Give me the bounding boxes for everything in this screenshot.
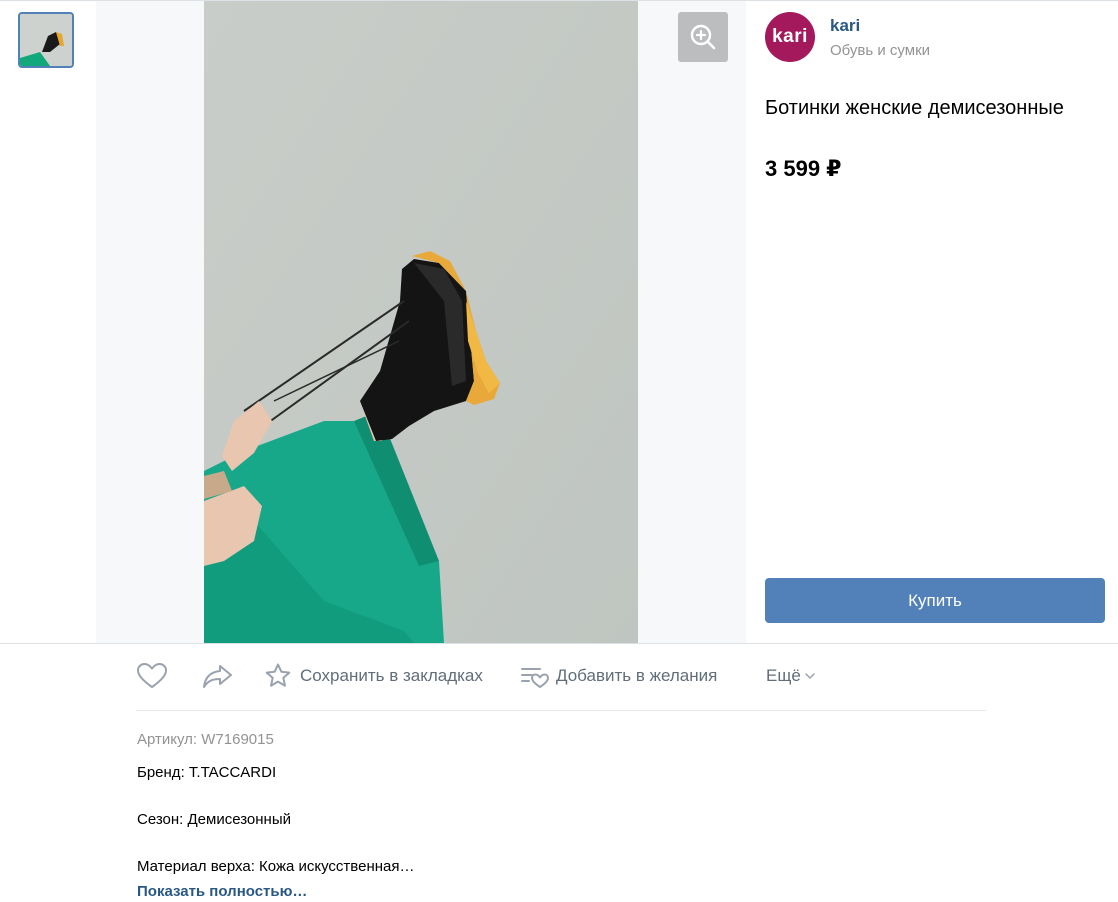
- wishlist-button[interactable]: Добавить в желания: [520, 656, 717, 696]
- more-button[interactable]: Ещё: [766, 656, 816, 696]
- buy-button[interactable]: Купить: [765, 578, 1105, 623]
- shop-category: Обувь и сумки: [830, 42, 931, 59]
- show-more-link[interactable]: Показать полностью…: [137, 883, 307, 900]
- product-price: 3 599 ₽: [765, 156, 842, 181]
- share-button[interactable]: [202, 656, 234, 696]
- shop-name[interactable]: kari: [830, 16, 860, 36]
- heart-icon: [137, 663, 167, 688]
- season-line: Сезон: Демисезонный: [137, 811, 291, 828]
- more-label: Ещё: [766, 666, 801, 685]
- zoom-in-icon: [690, 24, 716, 50]
- zoom-button[interactable]: [678, 12, 728, 62]
- shop-avatar[interactable]: kari: [765, 12, 815, 62]
- brand-line: Бренд: T.TACCARDI: [137, 764, 277, 781]
- chevron-down-icon: [805, 673, 815, 680]
- action-bar: Сохранить в закладках Добавить в желания…: [136, 656, 986, 696]
- bookmark-label: Сохранить в закладках: [300, 666, 483, 685]
- photo-gallery: [96, 1, 746, 643]
- material-line: Материал верха: Кожа искусственная…: [137, 858, 415, 875]
- share-icon: [203, 665, 232, 688]
- product-photo[interactable]: [204, 1, 638, 643]
- photo-thumbnail[interactable]: [18, 12, 74, 68]
- actions-divider: [136, 710, 986, 711]
- star-icon: [265, 663, 291, 687]
- product-title: Ботинки женские демисезонные: [765, 97, 1064, 119]
- bookmark-button[interactable]: Сохранить в закладках: [264, 656, 483, 696]
- gallery-divider: [0, 643, 1118, 644]
- wishlist-label: Добавить в желания: [556, 666, 718, 685]
- wishlist-icon: [521, 668, 549, 688]
- article-number: Артикул: W7169015: [137, 731, 274, 748]
- shop-logo-text: kari: [772, 26, 808, 47]
- like-button[interactable]: [136, 656, 168, 696]
